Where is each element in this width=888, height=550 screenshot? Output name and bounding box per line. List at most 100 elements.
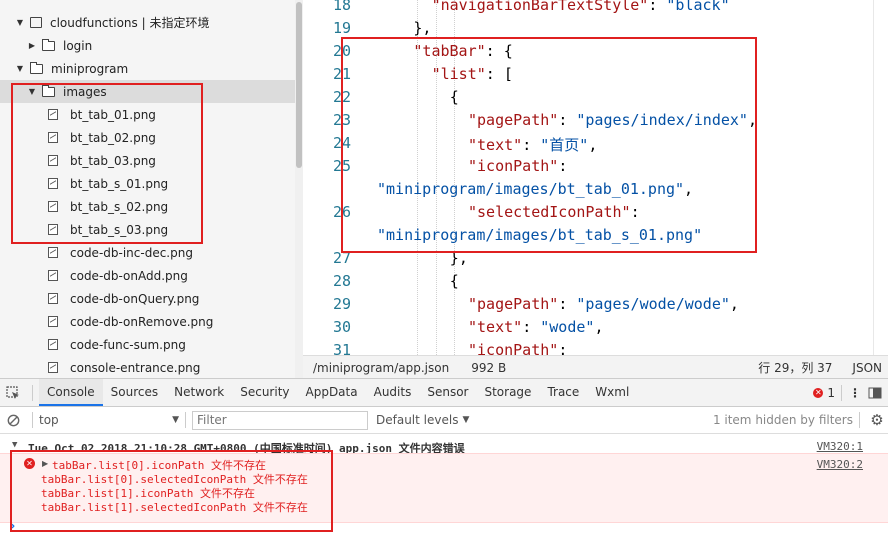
tab-sources[interactable]: Sources bbox=[103, 379, 166, 406]
cloud-folder-icon bbox=[30, 17, 42, 28]
status-language[interactable]: JSON bbox=[852, 361, 882, 375]
editor-scrollbar[interactable] bbox=[873, 0, 888, 355]
clear-console-icon[interactable] bbox=[0, 414, 26, 427]
json-punctuation: : bbox=[630, 203, 640, 221]
tree-item-label: images bbox=[63, 84, 107, 99]
group-expand-arrow-icon[interactable]: ▼ bbox=[12, 440, 17, 450]
json-punctuation: : bbox=[648, 0, 667, 14]
tree-item[interactable]: ▼ images bbox=[0, 80, 303, 103]
more-options-icon[interactable]: ⋮ bbox=[848, 386, 862, 400]
status-cursor-position[interactable]: 行 29，列 37 bbox=[758, 359, 832, 376]
tab-wxml[interactable]: Wxml bbox=[587, 379, 637, 406]
tree-item[interactable]: bt_tab_01.png bbox=[0, 103, 303, 126]
tree-item[interactable]: bt_tab_s_03.png bbox=[0, 218, 303, 241]
file-tree-scrollbar[interactable] bbox=[295, 0, 303, 378]
json-punctuation: { bbox=[449, 272, 459, 290]
line-number: 22 bbox=[332, 88, 351, 106]
tab-console[interactable]: Console bbox=[39, 379, 103, 406]
dock-side-icon[interactable] bbox=[862, 387, 888, 399]
image-file-icon bbox=[48, 247, 58, 258]
json-punctuation: : { bbox=[485, 42, 513, 60]
code-editor[interactable]: 18 "navigationBarTextStyle": "black" 19}, 2… bbox=[303, 0, 888, 355]
tree-item-label: bt_tab_s_02.png bbox=[70, 199, 169, 214]
json-key: "text" bbox=[468, 136, 523, 154]
file-tree: ▼ cloudfunctions | 未指定环境 ▶ login ▼ miniprogra… bbox=[0, 0, 303, 378]
tab-audits[interactable]: Audits bbox=[366, 379, 420, 406]
error-counter[interactable]: ✕ 1 bbox=[813, 386, 835, 400]
line-number: 26 bbox=[332, 203, 351, 221]
tree-item-label: bt_tab_s_01.png bbox=[70, 176, 169, 191]
tree-item[interactable]: code-db-inc-dec.png bbox=[0, 241, 303, 264]
json-punctuation: { bbox=[449, 88, 459, 106]
tab-appdata[interactable]: AppData bbox=[298, 379, 366, 406]
chevron-down-icon: ▼ bbox=[172, 415, 179, 425]
tree-item[interactable]: code-db-onAdd.png bbox=[0, 264, 303, 287]
json-punctuation: : bbox=[558, 111, 577, 129]
chevron-down-icon[interactable]: ▼ bbox=[14, 64, 26, 73]
json-punctuation: , bbox=[594, 318, 604, 336]
json-key: "navigationBarTextStyle" bbox=[431, 0, 649, 14]
context-value: top bbox=[39, 413, 59, 427]
console-filter-input[interactable] bbox=[192, 410, 368, 430]
tree-item[interactable]: code-db-onQuery.png bbox=[0, 287, 303, 310]
json-string: "miniprogram/images/bt_tab_s_01.png" bbox=[377, 226, 703, 244]
tree-item[interactable]: bt_tab_s_02.png bbox=[0, 195, 303, 218]
error-circle-icon: ✕ bbox=[24, 458, 35, 469]
image-file-icon bbox=[48, 178, 58, 189]
tree-item[interactable]: console-entrance.png bbox=[0, 356, 303, 378]
chevron-down-icon[interactable]: ▼ bbox=[14, 18, 26, 27]
json-key: "selectedIconPath" bbox=[468, 203, 631, 221]
tree-item-label: bt_tab_02.png bbox=[70, 130, 156, 145]
image-file-icon bbox=[48, 293, 58, 304]
image-file-icon bbox=[48, 339, 58, 350]
tree-item[interactable]: ▼ cloudfunctions | 未指定环境 bbox=[0, 11, 303, 34]
code-line: "list": [ bbox=[432, 65, 513, 83]
chevron-down-icon[interactable]: ▼ bbox=[26, 87, 38, 96]
inspect-icon[interactable] bbox=[0, 385, 26, 400]
code-line: "text": "首页", bbox=[468, 134, 597, 155]
tree-item-label: bt_tab_01.png bbox=[70, 107, 156, 122]
tree-item[interactable]: bt_tab_s_01.png bbox=[0, 172, 303, 195]
code-line: "pagePath": "pages/index/index", bbox=[468, 111, 757, 129]
tree-item-label: console-entrance.png bbox=[70, 360, 201, 375]
tree-item[interactable]: ▼ miniprogram bbox=[0, 57, 303, 80]
tab-separator bbox=[841, 384, 842, 401]
json-key: "tabBar" bbox=[413, 42, 486, 60]
file-tree-scroll-thumb[interactable] bbox=[296, 2, 302, 168]
json-punctuation: , bbox=[729, 295, 739, 313]
tree-item[interactable]: bt_tab_03.png bbox=[0, 149, 303, 172]
chevron-right-icon[interactable]: ▶ bbox=[26, 41, 38, 50]
tab-network[interactable]: Network bbox=[166, 379, 232, 406]
image-file-icon bbox=[48, 270, 58, 281]
json-punctuation: , bbox=[747, 111, 757, 129]
error-source-link[interactable]: VM320:2 bbox=[817, 458, 863, 471]
devtools-panel: Console Sources Network Security AppData Audi… bbox=[0, 378, 888, 550]
settings-gear-icon[interactable]: ⚙ bbox=[866, 411, 888, 429]
json-punctuation: : [ bbox=[485, 65, 513, 83]
tree-item-label: miniprogram bbox=[51, 61, 129, 76]
console-prompt[interactable]: › bbox=[10, 519, 15, 534]
log-levels-dropdown[interactable]: Default levels ▼ bbox=[376, 413, 469, 427]
code-line: "text": "wode", bbox=[468, 318, 603, 336]
group-source-link[interactable]: VM320:1 bbox=[817, 440, 863, 453]
tab-storage[interactable]: Storage bbox=[476, 379, 539, 406]
folder-icon bbox=[42, 84, 55, 97]
json-key: "iconPath" bbox=[468, 157, 559, 175]
tree-item[interactable]: ▶ login bbox=[0, 34, 303, 57]
console-error-message[interactable]: ✕ ▶ tabBar.list[0].iconPath 文件不存在 tabBar.… bbox=[0, 453, 888, 523]
code-line: "iconPath": bbox=[468, 341, 567, 355]
error-expand-arrow-icon[interactable]: ▶ bbox=[42, 459, 48, 468]
tree-item-label: code-db-inc-dec.png bbox=[70, 245, 193, 260]
json-punctuation: : bbox=[558, 295, 577, 313]
tab-trace[interactable]: Trace bbox=[539, 379, 587, 406]
tab-sensor[interactable]: Sensor bbox=[419, 379, 476, 406]
tab-separator bbox=[32, 384, 33, 401]
tree-item[interactable]: code-db-onRemove.png bbox=[0, 310, 303, 333]
code-line: "navigationBarTextStyle": "black" bbox=[432, 0, 730, 14]
tree-item[interactable]: code-func-sum.png bbox=[0, 333, 303, 356]
code-line: "tabBar": { bbox=[413, 42, 512, 60]
tab-security[interactable]: Security bbox=[232, 379, 297, 406]
tree-item[interactable]: bt_tab_02.png bbox=[0, 126, 303, 149]
devtools-tab-bar: Console Sources Network Security AppData Audi… bbox=[0, 379, 888, 407]
context-select[interactable]: top ▼ bbox=[39, 413, 179, 427]
